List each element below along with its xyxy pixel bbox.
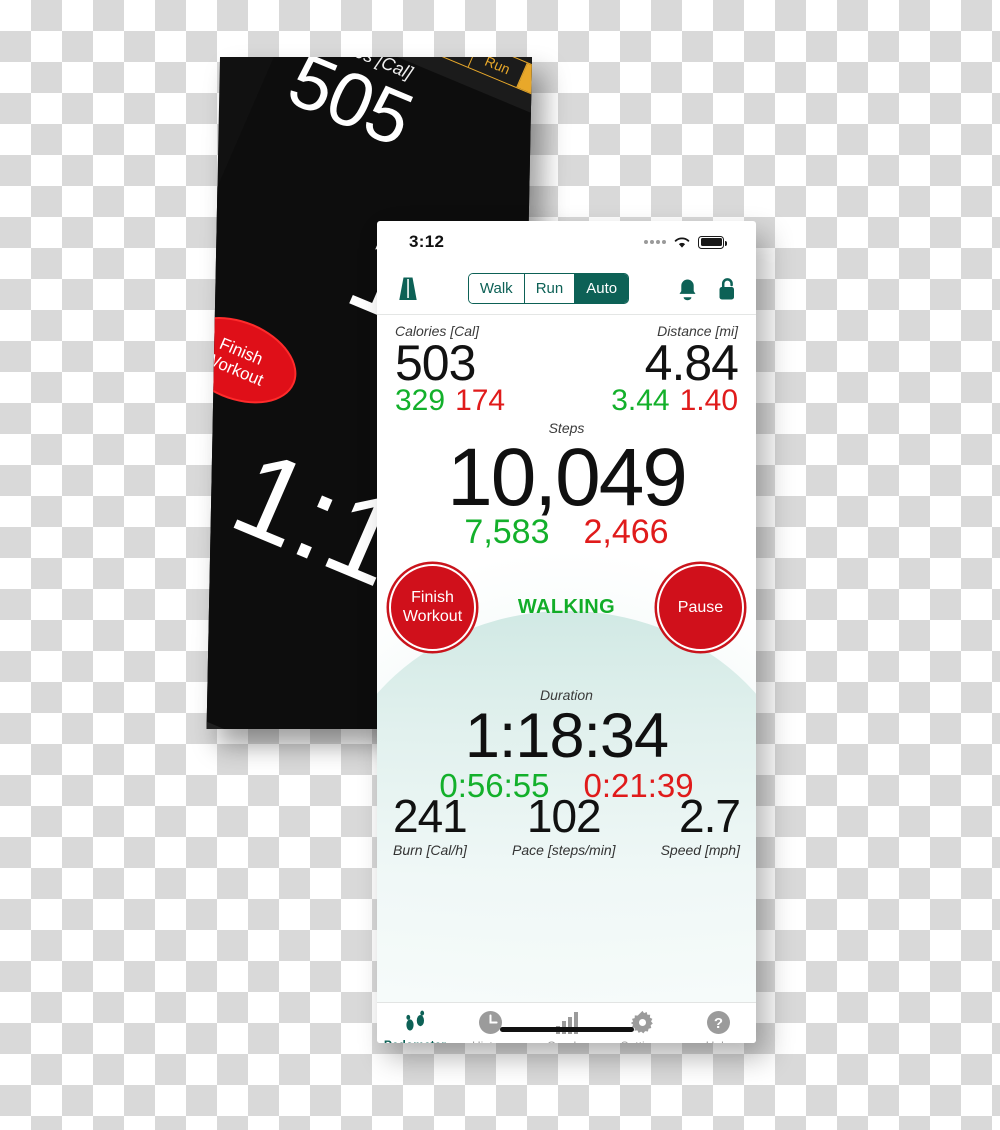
finish-workout-button[interactable]: Finish Workout [389,564,476,652]
signal-dots-icon [644,240,666,244]
svg-text:?: ? [713,1015,722,1032]
app-bar: Walk Run Auto [377,263,756,315]
calories-run-value: 174 [455,383,506,417]
duration-value: 1:18:34 [464,701,669,772]
segment-auto[interactable]: Auto [575,274,629,303]
pace-stat: 102 Pace [steps/min] [512,793,616,858]
status-bar-time: 3:12 [409,232,445,251]
home-indicator [499,1027,634,1032]
pause-button[interactable]: Pause [656,564,744,652]
tab-bar[interactable]: Pedometer History Graphs [377,1002,756,1043]
wifi-icon [674,237,690,248]
segment-walk[interactable]: Walk [468,274,525,303]
duration-block: Duration 1:18:34 0:56:55 0:21:39 [377,687,756,805]
tab-help[interactable]: ? Help [680,1010,756,1043]
pause-button-label: Pause [677,598,724,616]
distance-walk-value: 3.44 [611,383,670,417]
calories-metric: Calories [Cal] 503 329 174 [395,323,505,418]
question-mark-icon: ? [706,1011,730,1034]
back-finish-workout-button[interactable]: Finish Workout [206,300,310,420]
calories-value: 503 [395,335,476,391]
tab-label-pedometer: Pedometer [384,1038,446,1043]
distance-run-value: 1.40 [679,383,738,417]
battery-icon [698,235,727,249]
tab-pedometer[interactable]: Pedometer [377,1010,453,1043]
bottom-stats-row: 241 Burn [Cal/h] 102 Pace [steps/min] 2.… [377,793,756,858]
steps-walk-value: 7,583 [464,513,550,552]
segment-run[interactable]: Run [524,274,576,303]
top-metrics-row: Calories [Cal] 503 329 174 Distance [mi]… [377,315,756,418]
tab-label-history: History [472,1039,509,1043]
distance-value: 4.84 [644,335,739,391]
burn-label: Burn [Cal/h] [393,842,467,859]
steps-value: 10,049 [447,431,688,523]
finish-workout-line1: Finish [411,589,454,607]
burn-stat: 241 Burn [Cal/h] [393,790,468,859]
gear-icon [630,1010,653,1034]
activity-status-badge: WALKING [517,596,616,619]
burn-value: 241 [393,790,468,843]
unlock-icon[interactable] [715,276,738,302]
metronome-icon[interactable] [395,275,421,303]
screenshot-stage: 3:15 [0,0,1000,1130]
front-phone-light-theme: 3:12 Walk Run Auto Calories [Cal] 503 32… [377,221,756,1043]
distance-breakdown: 3.44 1.40 [611,384,738,418]
calories-breakdown: 329 174 [395,384,505,418]
finish-workout-line2: Workout [402,607,463,625]
footprints-icon [406,1010,424,1031]
speed-value: 2.7 [679,790,741,843]
speed-stat: 2.7 Speed [mph] [660,790,741,859]
app-bar-actions [676,276,738,302]
calories-walk-value: 329 [395,383,446,417]
bell-icon[interactable] [676,277,699,301]
action-row: Finish Workout WALKING Pause [377,564,756,652]
tab-label-help: Help [706,1039,731,1043]
pedometer-screen: Calories [Cal] 503 329 174 Distance [mi]… [377,315,756,1002]
distance-metric: Distance [mi] 4.84 3.44 1.40 [611,323,739,418]
status-bar: 3:12 [377,221,756,263]
pace-value: 102 [526,790,602,843]
tab-label-graphs: Graphs [547,1039,586,1043]
steps-block: Steps 10,049 7,583 2,466 [377,420,756,553]
speed-label: Speed [mph] [660,842,740,859]
status-bar-icons [644,235,727,249]
steps-run-value: 2,466 [583,513,669,552]
pace-label: Pace [steps/min] [512,842,616,859]
mode-segmented-control[interactable]: Walk Run Auto [467,273,630,304]
tab-label-settings: Settings [621,1039,664,1043]
